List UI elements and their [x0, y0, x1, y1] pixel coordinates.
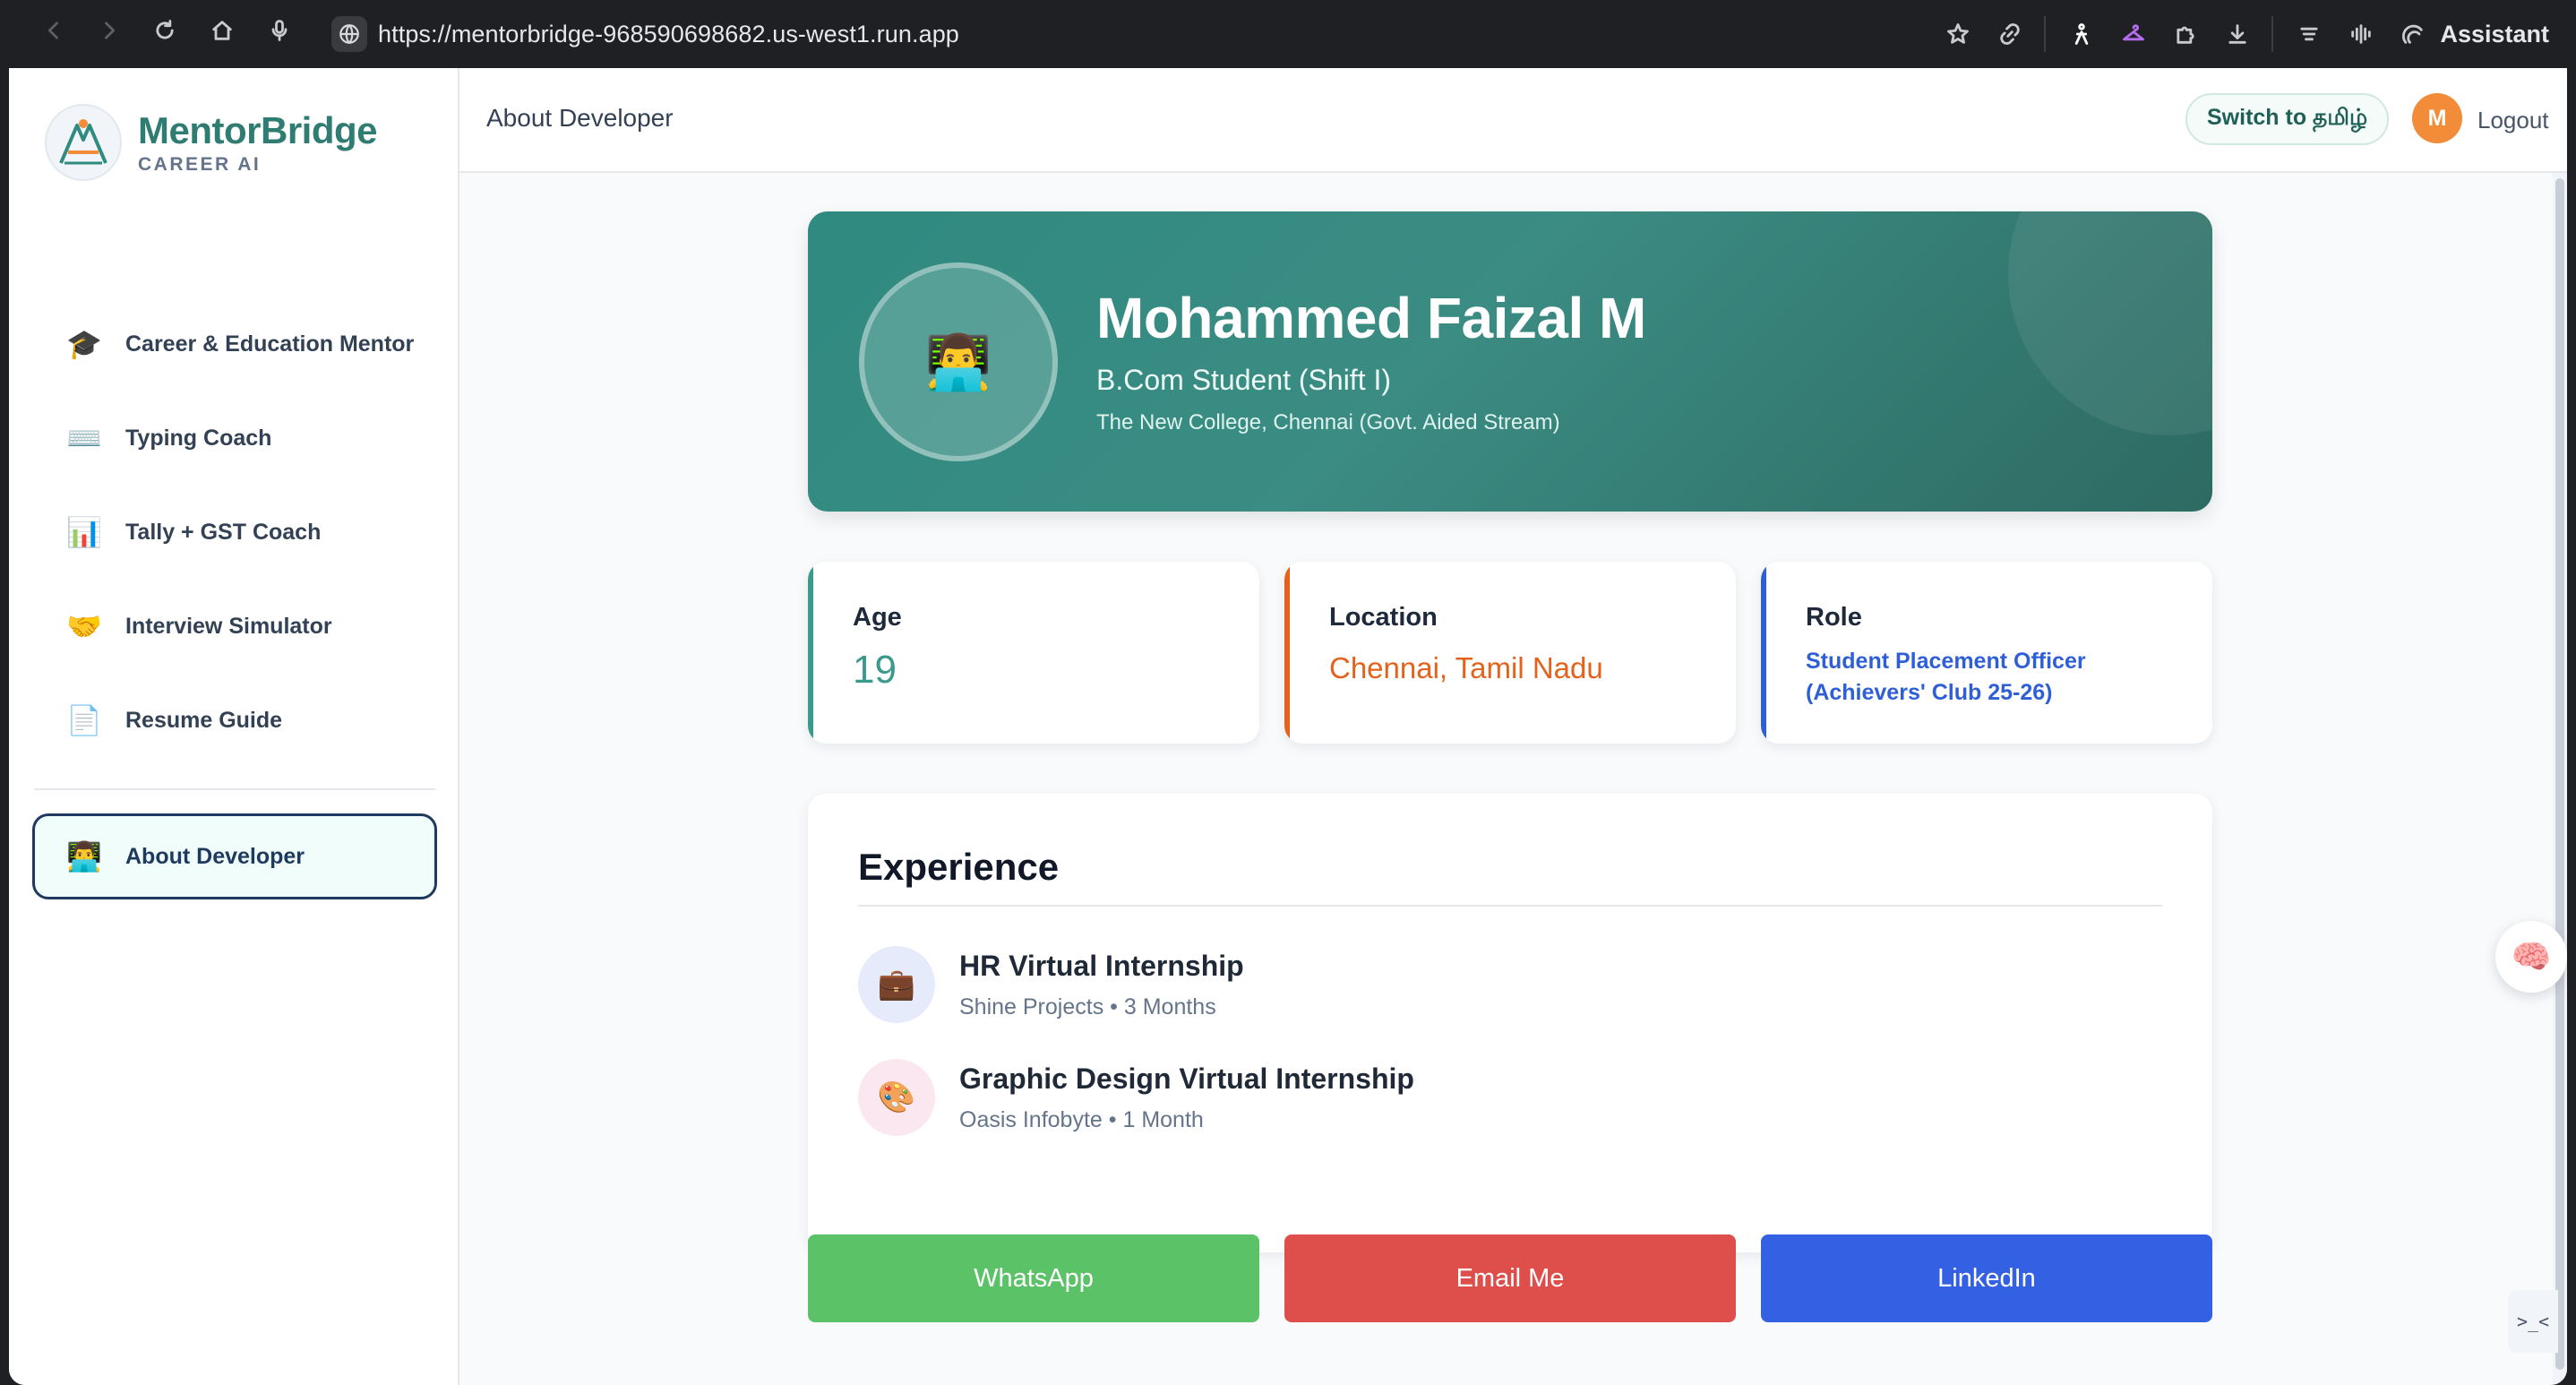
meta-separator: • — [1110, 994, 1124, 1019]
bookmark-star-icon[interactable] — [1940, 16, 1976, 52]
list-item: 💼 HR Virtual Internship Shine Projects •… — [858, 946, 2112, 1027]
profile-role: B.Com Student (Shift I) — [1096, 364, 1392, 396]
app-viewport: MentorBridge CAREER AI 🎓 Career & Educat… — [9, 68, 2567, 1385]
forward-button[interactable] — [91, 13, 127, 48]
link-icon[interactable] — [1992, 16, 2028, 52]
bar-chart-icon: 📊 — [66, 516, 102, 548]
sidebar-nav: 🎓 Career & Education Mentor ⌨️ Typing Co… — [32, 308, 435, 779]
experience-item-meta: Oasis Infobyte • 1 Month — [959, 1107, 1204, 1133]
toolbar-divider — [2271, 16, 2274, 52]
sidebar-item-label: Resume Guide — [125, 707, 283, 733]
handshake-icon: 🤝 — [66, 610, 102, 642]
audio-wave-icon[interactable] — [2343, 16, 2379, 52]
graduation-cap-icon: 🎓 — [66, 328, 102, 360]
download-icon[interactable] — [2220, 16, 2255, 52]
sidebar-item-label: Typing Coach — [125, 425, 272, 451]
brand[interactable]: MentorBridge CAREER AI — [45, 104, 378, 181]
brand-logo-icon — [45, 104, 122, 181]
experience-item-title: HR Virtual Internship — [959, 950, 1244, 982]
profile-name: Mohammed Faizal M — [1096, 286, 1646, 350]
experience-company: Shine Projects — [959, 994, 1104, 1019]
experience-divider — [858, 905, 2162, 907]
sidebar-item-label: Interview Simulator — [125, 613, 332, 639]
sidebar-item-resume-guide[interactable]: 📄 Resume Guide — [32, 684, 435, 756]
sidebar-divider — [34, 788, 435, 790]
brain-icon[interactable]: 🧠 — [2495, 921, 2567, 993]
email-button[interactable]: Email Me — [1284, 1234, 1736, 1322]
sidebar-item-typing-coach[interactable]: ⌨️ Typing Coach — [32, 402, 435, 474]
extensions-puzzle-icon[interactable] — [2168, 16, 2203, 52]
stat-accent-bar — [808, 562, 813, 744]
experience-item-title: Graphic Design Virtual Internship — [959, 1062, 1414, 1095]
url-text[interactable]: https://mentorbridge-968590698682.us-wes… — [378, 21, 959, 48]
experience-title: Experience — [858, 846, 1060, 888]
home-button[interactable] — [204, 13, 240, 48]
experience-card: Experience 💼 HR Virtual Internship Shine… — [808, 794, 2212, 1252]
whatsapp-button[interactable]: WhatsApp — [808, 1234, 1259, 1322]
logout-button[interactable]: Logout — [2477, 107, 2549, 134]
palette-icon: 🎨 — [858, 1059, 935, 1136]
profile-avatar: 👨‍💻 — [859, 262, 1058, 461]
menu-lines-icon[interactable] — [2291, 16, 2327, 52]
briefcase-icon: 💼 — [858, 946, 935, 1023]
code-icon[interactable]: >_< — [2508, 1290, 2558, 1353]
decorative-circle — [2008, 211, 2212, 435]
experience-company: Oasis Infobyte — [959, 1107, 1103, 1132]
browser-toolbar: https://mentorbridge-968590698682.us-wes… — [0, 0, 2576, 68]
linkedin-button[interactable]: LinkedIn — [1761, 1234, 2212, 1322]
page-title: About Developer — [486, 104, 674, 132]
person-extension-icon[interactable] — [2064, 16, 2099, 52]
profile-college: The New College, Chennai (Govt. Aided St… — [1096, 410, 1560, 434]
stat-label: Location — [1329, 603, 1438, 632]
top-header: About Developer Switch to தமிழ் M Logout — [459, 68, 2567, 173]
stat-card-role: Role Student Placement Officer (Achiever… — [1761, 562, 2212, 744]
stat-accent-bar — [1761, 562, 1766, 744]
stat-label: Age — [853, 603, 902, 632]
scrollbar-thumb[interactable] — [2555, 178, 2564, 1370]
microphone-icon[interactable] — [262, 13, 297, 48]
stat-accent-bar — [1284, 562, 1290, 744]
brand-name: MentorBridge — [138, 109, 378, 151]
sidebar-item-label: Career & Education Mentor — [125, 331, 415, 357]
stat-label: Role — [1806, 603, 1862, 632]
brand-subtitle: CAREER AI — [138, 154, 262, 175]
assistant-icon[interactable] — [2395, 16, 2431, 52]
sidebar-item-label: About Developer — [125, 843, 305, 869]
sidebar-item-career-mentor[interactable]: 🎓 Career & Education Mentor — [32, 308, 435, 380]
sidebar-item-label: Tally + GST Coach — [125, 519, 322, 545]
stat-card-location: Location Chennai, Tamil Nadu — [1284, 562, 1736, 744]
sidebar-item-interview-simulator[interactable]: 🤝 Interview Simulator — [32, 590, 435, 662]
experience-item-meta: Shine Projects • 3 Months — [959, 994, 1216, 1020]
avatar[interactable]: M — [2412, 93, 2462, 143]
experience-duration: 3 Months — [1123, 994, 1216, 1019]
reload-button[interactable] — [147, 13, 183, 48]
stat-value: 19 — [853, 648, 897, 692]
assistant-button[interactable]: Assistant — [2440, 21, 2549, 48]
keyboard-icon: ⌨️ — [66, 422, 102, 454]
stat-card-age: Age 19 — [808, 562, 1259, 744]
document-icon: 📄 — [66, 704, 102, 736]
sidebar-item-about-developer[interactable]: 👨‍💻 About Developer — [32, 813, 437, 899]
scrollbar[interactable] — [2553, 173, 2567, 1385]
stat-value: Chennai, Tamil Nadu — [1329, 651, 1603, 684]
list-item: 🎨 Graphic Design Virtual Internship Oasi… — [858, 1059, 2112, 1140]
meta-separator: • — [1108, 1107, 1123, 1132]
address-bar[interactable]: https://mentorbridge-968590698682.us-wes… — [331, 13, 959, 56]
sidebar: MentorBridge CAREER AI 🎓 Career & Educat… — [9, 68, 459, 1385]
sidebar-item-tally-gst[interactable]: 📊 Tally + GST Coach — [32, 496, 435, 568]
toolbar-divider — [2044, 16, 2047, 52]
profile-hero-card: 👨‍💻 Mohammed Faizal M B.Com Student (Shi… — [808, 211, 2212, 512]
back-button[interactable] — [36, 13, 72, 48]
experience-duration: 1 Month — [1122, 1107, 1204, 1132]
stat-value: Student Placement Officer (Achievers' Cl… — [1806, 649, 2086, 705]
site-info-icon[interactable] — [331, 16, 367, 52]
language-toggle-button[interactable]: Switch to தமிழ் — [2185, 93, 2390, 145]
hanger-extension-icon[interactable] — [2116, 16, 2151, 52]
technologist-icon: 👨‍💻 — [66, 840, 102, 873]
